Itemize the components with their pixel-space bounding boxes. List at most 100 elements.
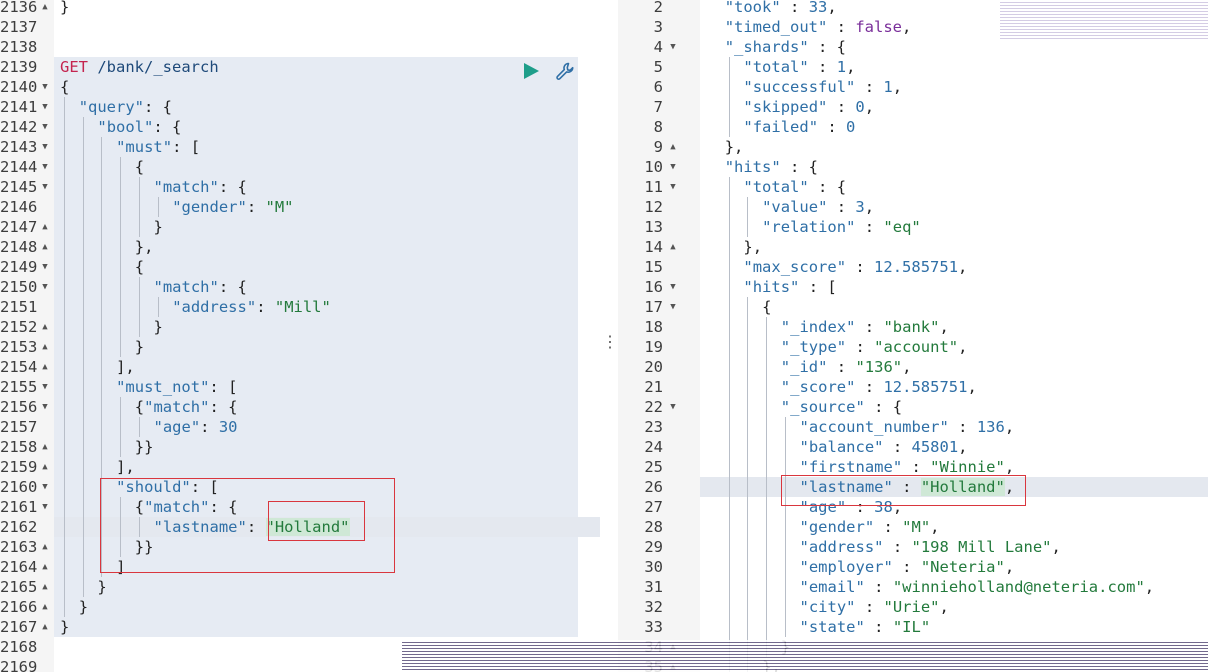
code-line[interactable]: 2167 ▲}: [0, 617, 600, 637]
code-area[interactable]: "hits" : [: [700, 277, 1208, 297]
code-area[interactable]: ]: [54, 557, 600, 577]
code-area[interactable]: },: [700, 237, 1208, 257]
response-viewer[interactable]: 2 "took" : 33, 3 "timed_out" : false, 4 ▼ "_sh…: [618, 0, 1208, 672]
code-area[interactable]: "age" : 38,: [700, 497, 1208, 517]
code-line[interactable]: 26 "lastname" : "Holland",: [618, 477, 1208, 497]
code-area[interactable]: "match": {: [54, 277, 600, 297]
code-area[interactable]: "lastname": "Holland": [54, 517, 600, 537]
fold-expand-icon[interactable]: ▼: [38, 117, 52, 137]
code-line[interactable]: 14 ▲},: [618, 237, 1208, 257]
code-line[interactable]: 2165 ▲}: [0, 577, 600, 597]
code-line[interactable]: 32 "city" : "Urie",: [618, 597, 1208, 617]
code-line[interactable]: 2147 ▲}: [0, 217, 600, 237]
code-area[interactable]: "email" : "winnieholland@neteria.com",: [700, 577, 1208, 597]
fold-expand-icon[interactable]: ▼: [38, 377, 52, 397]
code-line[interactable]: 16 ▼ "hits" : [: [618, 277, 1208, 297]
request-editor[interactable]: 2136 ▲} 2137 2138 2139 GET /bank/_search 2140 ▼…: [0, 0, 600, 672]
code-line[interactable]: 27 "age" : 38,: [618, 497, 1208, 517]
code-area[interactable]: "value" : 3,: [700, 197, 1208, 217]
code-line[interactable]: 2160 ▼ "should": [: [0, 477, 600, 497]
code-line[interactable]: 2141 ▼ "query": {: [0, 97, 600, 117]
code-line[interactable]: 2159 ▲],: [0, 457, 600, 477]
code-line[interactable]: 17 ▼ {: [618, 297, 1208, 317]
code-line[interactable]: 2166 ▲}: [0, 597, 600, 617]
fold-expand-icon[interactable]: ▼: [666, 297, 680, 317]
fold-expand-icon[interactable]: ▼: [666, 277, 680, 297]
code-line[interactable]: 5 "total" : 1,: [618, 57, 1208, 77]
code-line[interactable]: 2157 "age": 30: [0, 417, 600, 437]
code-area[interactable]: "_id" : "136",: [700, 357, 1208, 377]
fold-collapse-icon[interactable]: ▲: [38, 557, 52, 577]
code-area[interactable]: [54, 37, 600, 57]
code-line[interactable]: 28 "gender" : "M",: [618, 517, 1208, 537]
fold-expand-icon[interactable]: ▼: [38, 177, 52, 197]
code-area[interactable]: [54, 17, 600, 37]
fold-collapse-icon[interactable]: ▲: [38, 357, 52, 377]
code-line[interactable]: 29 "address" : "198 Mill Lane",: [618, 537, 1208, 557]
code-area[interactable]: "must": [: [54, 137, 600, 157]
code-line[interactable]: 2163 ▲}}: [0, 537, 600, 557]
fold-collapse-icon[interactable]: ▲: [38, 457, 52, 477]
code-area[interactable]: }: [54, 577, 600, 597]
code-area[interactable]: {: [700, 297, 1208, 317]
code-area[interactable]: ],: [54, 457, 600, 477]
code-area[interactable]: "bool": {: [54, 117, 600, 137]
code-line[interactable]: 30 "employer" : "Neteria",: [618, 557, 1208, 577]
code-line[interactable]: 12 "value" : 3,: [618, 197, 1208, 217]
code-area[interactable]: "should": [: [54, 477, 600, 497]
fold-collapse-icon[interactable]: ▲: [38, 437, 52, 457]
code-area[interactable]: "state" : "IL": [700, 617, 1208, 637]
code-area[interactable]: }: [54, 337, 600, 357]
code-line[interactable]: 22 ▼ "_source" : {: [618, 397, 1208, 417]
code-area[interactable]: },: [700, 137, 1208, 157]
code-area[interactable]: "account_number" : 136,: [700, 417, 1208, 437]
code-line[interactable]: 2145 ▼ "match": {: [0, 177, 600, 197]
code-line[interactable]: 2152 ▲}: [0, 317, 600, 337]
code-area[interactable]: "gender" : "M",: [700, 517, 1208, 537]
code-area[interactable]: "skipped" : 0,: [700, 97, 1208, 117]
fold-collapse-icon[interactable]: ▲: [38, 337, 52, 357]
code-area[interactable]: GET /bank/_search: [54, 57, 600, 77]
code-line[interactable]: 4 ▼ "_shards" : {: [618, 37, 1208, 57]
code-area[interactable]: "match": {: [54, 177, 600, 197]
request-settings-button[interactable]: [554, 60, 576, 82]
fold-collapse-icon[interactable]: ▲: [666, 237, 680, 257]
code-line[interactable]: 2142 ▼ "bool": {: [0, 117, 600, 137]
code-line[interactable]: 24 "balance" : 45801,: [618, 437, 1208, 457]
code-line[interactable]: 2155 ▼ "must_not": [: [0, 377, 600, 397]
fold-expand-icon[interactable]: ▼: [38, 137, 52, 157]
code-line[interactable]: 2137: [0, 17, 600, 37]
code-area[interactable]: "employer" : "Neteria",: [700, 557, 1208, 577]
code-area[interactable]: "address": "Mill": [54, 297, 600, 317]
fold-expand-icon[interactable]: ▼: [38, 497, 52, 517]
code-area[interactable]: "max_score" : 12.585751,: [700, 257, 1208, 277]
code-line[interactable]: 2136 ▲}: [0, 0, 600, 17]
code-line[interactable]: 2138: [0, 37, 600, 57]
code-line[interactable]: 2164 ▲]: [0, 557, 600, 577]
fold-collapse-icon[interactable]: ▲: [38, 537, 52, 557]
code-area[interactable]: },: [54, 237, 600, 257]
code-area[interactable]: ],: [54, 357, 600, 377]
code-line[interactable]: 13 "relation" : "eq": [618, 217, 1208, 237]
code-line[interactable]: 2150 ▼ "match": {: [0, 277, 600, 297]
fold-collapse-icon[interactable]: ▲: [38, 317, 52, 337]
code-line[interactable]: 2148 ▲},: [0, 237, 600, 257]
code-line[interactable]: 23 "account_number" : 136,: [618, 417, 1208, 437]
code-area[interactable]: }: [54, 617, 600, 637]
fold-expand-icon[interactable]: ▼: [666, 397, 680, 417]
fold-expand-icon[interactable]: ▼: [666, 157, 680, 177]
pane-resize-handle[interactable]: ⋮: [602, 330, 618, 354]
code-line[interactable]: 2140 ▼ {: [0, 77, 600, 97]
fold-expand-icon[interactable]: ▼: [666, 177, 680, 197]
fold-collapse-icon[interactable]: ▲: [38, 0, 52, 17]
code-line[interactable]: 2156 ▼ {"match": {: [0, 397, 600, 417]
fold-expand-icon[interactable]: ▼: [38, 77, 52, 97]
code-area[interactable]: "total" : 1,: [700, 57, 1208, 77]
code-line[interactable]: 2154 ▲],: [0, 357, 600, 377]
code-area[interactable]: {: [54, 257, 600, 277]
code-line[interactable]: 18 "_index" : "bank",: [618, 317, 1208, 337]
fold-collapse-icon[interactable]: ▲: [38, 577, 52, 597]
code-line[interactable]: 21 "_score" : 12.585751,: [618, 377, 1208, 397]
code-line[interactable]: 20 "_id" : "136",: [618, 357, 1208, 377]
code-area[interactable]: }: [54, 217, 600, 237]
